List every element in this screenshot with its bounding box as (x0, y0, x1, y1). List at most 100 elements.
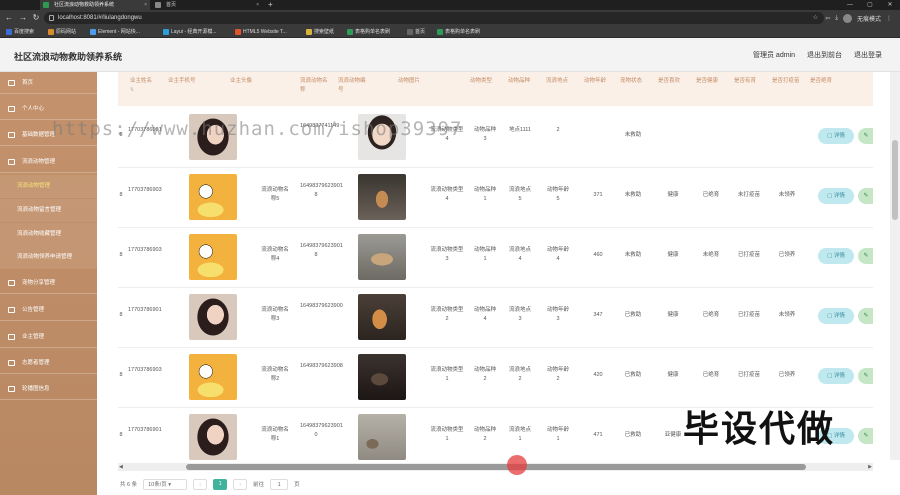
th-fertile[interactable]: 是否有育 (734, 77, 764, 86)
next-page-button[interactable]: › (233, 478, 248, 490)
th-vaccine[interactable]: 是否打疫苗 (772, 77, 802, 86)
bookmark-item[interactable]: 首页 (407, 26, 425, 38)
new-tab-button[interactable]: + (268, 0, 273, 9)
close-tab-icon[interactable]: × (256, 0, 259, 10)
profile-avatar[interactable] (842, 13, 852, 23)
page-size-select[interactable]: 10条/页 ▾ (143, 478, 188, 490)
detail-button[interactable]: ▢ 详情 (818, 248, 854, 264)
th-animal-code[interactable]: 流浪动物编号 (338, 77, 368, 95)
th-owner-phone[interactable]: 业主手机号 (168, 77, 198, 86)
cell-neuter: 已领养 (778, 372, 796, 378)
th-owner-avatar[interactable]: 业主头像 (230, 77, 260, 86)
bookmark-item[interactable]: Layui - 经典开源模... (163, 26, 217, 38)
sidebar-subitem-favorites[interactable]: 流浪动物收藏管理 (0, 223, 97, 246)
menu-icon (8, 360, 15, 366)
animal-photo-image (358, 294, 406, 340)
th-animal-type[interactable]: 动物类型 (470, 77, 500, 86)
th-health[interactable]: 是否健康 (696, 77, 726, 86)
goto-page-input[interactable]: 1 (270, 478, 289, 490)
bookmark-star-icon[interactable]: ☆ (813, 12, 818, 24)
back-icon[interactable]: ← (4, 13, 14, 23)
cell-animal-code: 16498379623901 0 (300, 423, 343, 438)
th-status[interactable]: 宠物状态 (620, 77, 650, 86)
sidebar-item-pet-share[interactable]: 宠物分享管理 (0, 272, 97, 294)
detail-button[interactable]: ▢ 详情 (818, 308, 854, 324)
browser-tab-active[interactable]: 社区流浪动物救助领养系统 × (40, 0, 150, 10)
detail-button[interactable]: ▢ 详情 (818, 128, 854, 144)
reload-icon[interactable]: ↻ (31, 13, 41, 23)
menu-icon (8, 132, 15, 138)
browser-tab-home[interactable]: 首页 × (152, 0, 262, 10)
bookmark-item[interactable]: 搜索壁纸 (306, 26, 334, 38)
edit-button[interactable]: ✎ (858, 308, 873, 324)
vertical-scroll-thumb[interactable] (892, 140, 898, 220)
sidebar-item-owners[interactable]: 业主管理 (0, 326, 97, 348)
sidebar-item-volunteers[interactable]: 志愿者管理 (0, 352, 97, 374)
edit-button[interactable]: ✎ (858, 368, 873, 384)
sidebar-item-notice[interactable]: 公告管理 (0, 299, 97, 321)
th-owner-name[interactable]: 业主姓名 ⇅ (130, 77, 160, 95)
url-bar[interactable]: localhost:8081/#/liulangdongwu ☆ (44, 12, 824, 24)
animal-photo-image (358, 354, 406, 400)
edit-button[interactable]: ✎ (858, 188, 873, 204)
th-animal-photo[interactable]: 动物图片 (398, 77, 438, 86)
menu-icon[interactable]: ⋮ (886, 15, 892, 22)
back-to-front-link[interactable]: 退出到前台 (807, 50, 842, 60)
bookmark-item[interactable]: HTML5 Website T... (235, 26, 287, 38)
maximize-icon[interactable]: ▢ (860, 0, 880, 10)
detail-button[interactable]: ▢ 详情 (818, 368, 854, 384)
cell-fertile: 已绝育 (702, 192, 720, 198)
cell-status: 未救助 (624, 252, 642, 258)
cell-place: 流浪地点3 (508, 307, 531, 322)
forward-icon[interactable]: → (18, 13, 28, 23)
cell-age-label: 动物年龄3 (546, 307, 569, 322)
close-window-icon[interactable]: ✕ (880, 0, 900, 10)
edit-button[interactable]: ✎ (858, 248, 873, 264)
close-tab-icon[interactable]: × (144, 0, 147, 10)
bookmark-item[interactable]: 表格购单名表刷 (347, 26, 390, 38)
extensions-icon[interactable]: ⇦ (825, 15, 830, 22)
animal-photo-image (358, 414, 406, 460)
cell-animal-breed: 动物品种2 (473, 427, 496, 442)
sidebar-item-stray-animals[interactable]: 流浪动物管理 (0, 151, 97, 173)
sidebar-item-home[interactable]: 首页 (0, 72, 97, 94)
bookmark-item[interactable]: Element - 网站快... (90, 26, 140, 38)
bookmark-item[interactable]: 表格购单名表刷 (437, 26, 480, 38)
scroll-left-icon[interactable]: ◀ (119, 463, 123, 471)
minimize-icon[interactable]: — (840, 0, 860, 10)
cell-health: 健康 (667, 252, 679, 258)
sidebar-item-carousel[interactable]: 轮播图信息 (0, 378, 97, 400)
scroll-right-icon[interactable]: ▶ (868, 463, 872, 471)
edit-icon: ✎ (863, 133, 869, 139)
bookmark-item[interactable]: 原码网站 (48, 26, 76, 38)
vertical-scrollbar[interactable] (890, 72, 900, 460)
sidebar-subitem-messages[interactable]: 流浪动物留言管理 (0, 199, 97, 222)
th-neuter[interactable]: 是否绝育 (810, 77, 840, 86)
page-number-current[interactable]: 1 (213, 478, 228, 490)
edit-button[interactable]: ✎ (858, 428, 873, 444)
edit-icon: ✎ (863, 253, 869, 259)
cell-status: 未救助 (624, 192, 642, 198)
edit-button[interactable]: ✎ (858, 128, 873, 144)
cell-animal-code: 16498379623901 8 (300, 243, 343, 258)
sort-icon: ⇅ (130, 87, 135, 93)
horizontal-scroll-thumb[interactable] (186, 464, 806, 470)
detail-button[interactable]: ▢ 详情 (818, 188, 854, 204)
download-icon[interactable]: ⤓ (835, 15, 838, 22)
logout-link[interactable]: 退出登录 (854, 50, 882, 60)
bookmark-item[interactable]: 百度搜索 (6, 26, 34, 38)
th-place[interactable]: 流浪地点 (546, 77, 576, 86)
sidebar-subitem-adoption[interactable]: 流浪动物领养申请管理 (0, 246, 97, 269)
th-animal-breed[interactable]: 动物品种 (508, 77, 538, 86)
table-row: 8 17703786901 流浪动物名称3 16498379623900 流浪动物类型2… (118, 288, 873, 348)
horizontal-scrollbar[interactable]: ◀ ▶ (118, 463, 873, 471)
sidebar-item-profile[interactable]: 个人中心 (0, 98, 97, 120)
th-animal-name[interactable]: 流浪动物名称 (300, 77, 330, 95)
th-like[interactable]: 是否喜欢 (658, 77, 688, 86)
th-age[interactable]: 动物年龄 (584, 77, 614, 86)
table-row: 8 17703786903 流浪动物名称4 16498379623901 8 流浪动物类… (118, 228, 873, 288)
sidebar-subitem-animal-manage[interactable]: 流浪动物管理 (0, 175, 97, 198)
prev-page-button[interactable]: ‹ (193, 478, 208, 490)
user-icon (8, 106, 15, 112)
profile-label[interactable]: 无痕模式 (857, 14, 881, 23)
